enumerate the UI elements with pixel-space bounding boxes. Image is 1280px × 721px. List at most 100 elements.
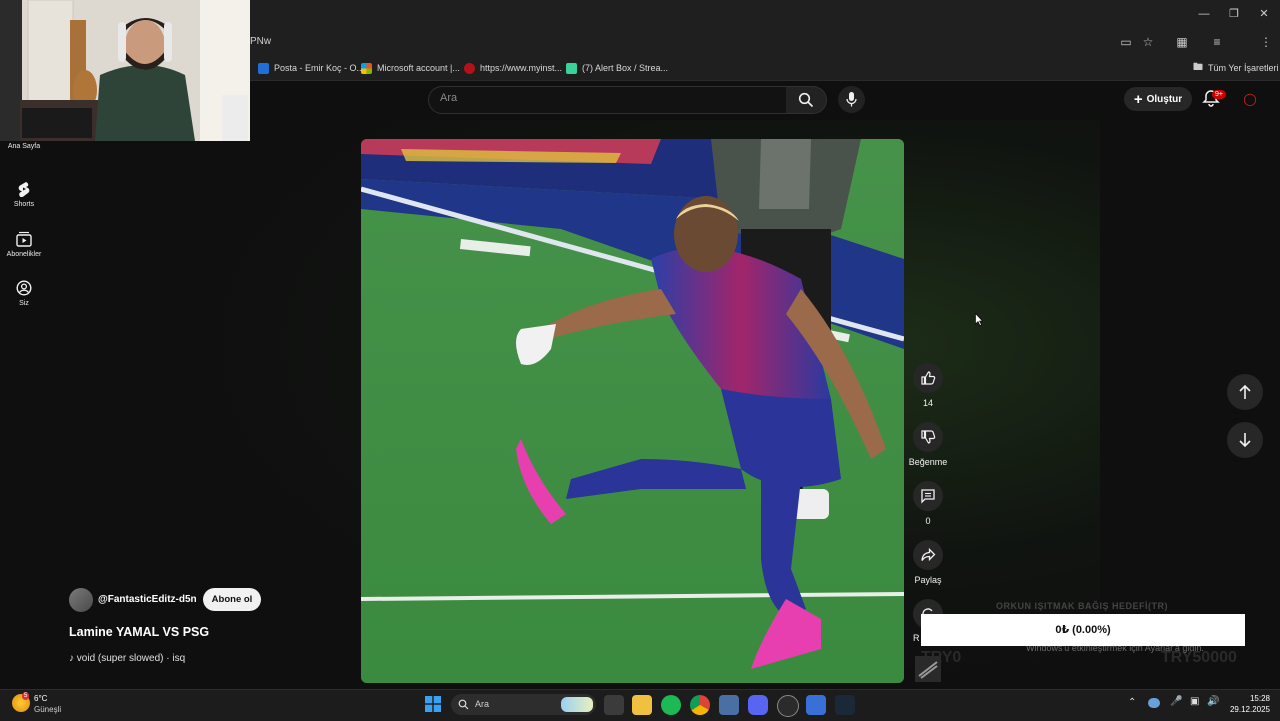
spotify-icon[interactable] [661,695,681,715]
chrome-icon[interactable] [690,695,710,715]
plus-icon: + [1133,90,1143,108]
shorts-icon [18,182,30,197]
taskbar-search[interactable] [451,694,596,715]
steam-icon[interactable] [835,695,855,715]
microphone-icon [846,92,857,107]
notification-badge: 9+ [1212,90,1226,99]
microsoft-icon [361,62,372,74]
search-input[interactable] [428,86,788,114]
profile-icon [16,280,32,296]
sidebar-item-shorts[interactable]: Shorts [0,181,48,208]
music-note-icon: ♪ [69,653,77,664]
search-highlight-image [561,697,593,712]
app-icon[interactable] [719,695,739,715]
channel-avatar[interactable] [69,588,93,612]
discord-icon[interactable] [748,695,768,715]
all-bookmarks[interactable]: 🖿 Tüm Yer İşaretleri [1193,60,1279,76]
taskbar-date[interactable]: 29.12.2025 [1226,705,1270,714]
comments-button[interactable] [913,481,943,511]
menu-icon[interactable]: ⋮ [1259,35,1273,49]
arrow-down-icon [1239,433,1251,448]
taskbar-search-placeholder: Ara [475,699,490,709]
bookmark-label: https://www.myinst... [480,63,563,73]
donation-goal-start: TRY0 [921,649,962,666]
create-button[interactable]: + Oluştur [1124,87,1192,111]
video-title: Lamine YAMAL VS PSG [69,625,210,639]
url-text: PNw [250,36,272,47]
close-button[interactable]: ✕ [1254,6,1274,22]
streamlabs-icon [566,62,577,74]
thumbs-down-icon [921,430,936,444]
sidebar-item-label: Siz [19,300,29,307]
tray-chevron-icon[interactable]: ⌃ [1128,697,1136,708]
bookmark-item[interactable]: https://www.myinst... [464,60,562,76]
sidebar-item-label: Ana Sayfa [7,143,41,150]
mouse-cursor-icon [975,313,983,326]
remix-label: R [913,633,920,643]
weather-description: Güneşli [34,705,62,714]
bookmark-label: Posta - Emir Koç - O... [274,63,365,73]
share-button[interactable] [913,540,943,570]
windows-start-icon[interactable] [425,696,441,712]
bookmark-label: (7) Alert Box / Strea... [582,63,669,73]
site-icon [464,62,475,74]
sidebar-item-label: Shorts [13,201,35,208]
like-button[interactable] [913,363,943,393]
arrow-up-icon [1239,384,1251,399]
share-icon [921,547,936,562]
weather-temperature: 6°C [34,694,48,703]
onedrive-icon[interactable] [1148,698,1160,708]
subscriptions-icon [16,231,32,247]
restore-button[interactable]: ❐ [1224,6,1244,22]
shorts-video-player[interactable] [361,139,904,683]
dislike-label: Beğenme [908,457,948,467]
volume-icon[interactable]: 🔊 [1207,696,1219,707]
channel-handle[interactable]: @FantasticEditz-d5n [98,594,197,605]
extensions-icon[interactable]: ▦ [1175,35,1189,49]
search-placeholder: Ara [440,92,458,104]
bookmark-item[interactable]: Microsoft account |... [361,60,460,76]
bookmark-label: Microsoft account |... [377,63,460,73]
share-label: Paylaş [914,575,942,585]
donation-goal-title: ORKUN IŞITMAK BAĞIŞ HEDEFİ(TR) [996,601,1168,611]
search-icon [798,92,814,108]
file-explorer-icon[interactable] [632,695,652,715]
next-video-button[interactable] [1227,422,1263,458]
previous-video-button[interactable] [1227,374,1263,410]
subscribe-button[interactable]: Abone ol [203,588,261,611]
sidebar-item-you[interactable]: Siz [0,280,48,307]
like-count: 14 [922,398,933,408]
media-control-icon[interactable]: ≡ [1210,35,1224,49]
sidebar-item-label: Abonelikler [6,251,42,258]
dislike-button[interactable] [913,422,943,452]
taskbar-time[interactable]: 15:28 [1240,694,1270,703]
create-label: Oluştur [1146,93,1183,105]
app-icon-2[interactable] [806,695,826,715]
sidebar-item-subscriptions[interactable]: Abonelikler [0,231,48,258]
minimize-button[interactable]: — [1194,6,1214,22]
search-button[interactable] [786,86,827,114]
bookmark-item[interactable]: Posta - Emir Koç - O... [258,60,364,76]
obs-icon[interactable] [777,695,799,717]
task-view-icon[interactable] [604,695,624,715]
video-frame-image [361,139,904,683]
music-title: void (super slowed) · isq [76,653,186,664]
donation-goal-progress: 0₺ (0.00%) [921,614,1245,646]
outlook-icon [258,62,269,74]
bookmark-star-icon[interactable]: ☆ [1141,35,1155,49]
sidebar-item-home[interactable]: Ana Sayfa [0,143,48,150]
channel-logo-icon: ◯ [1243,92,1257,106]
microphone-icon[interactable]: 🎤 [1170,696,1182,707]
comment-icon [921,489,935,504]
account-avatar[interactable]: ◯ [1240,89,1260,109]
search-icon [458,699,469,710]
thumbs-up-icon [921,371,936,385]
network-icon[interactable]: ▣ [1190,696,1199,707]
comment-count: 0 [925,516,931,526]
voice-search-button[interactable] [838,86,865,113]
all-bookmarks-label: Tüm Yer İşaretleri [1208,63,1279,73]
music-credit[interactable]: ♪ void (super slowed) · isq [69,653,185,664]
bookmark-item[interactable]: (7) Alert Box / Strea... [566,60,668,76]
folder-icon: 🖿 [1193,61,1203,73]
install-app-icon[interactable]: ▭ [1119,35,1133,49]
